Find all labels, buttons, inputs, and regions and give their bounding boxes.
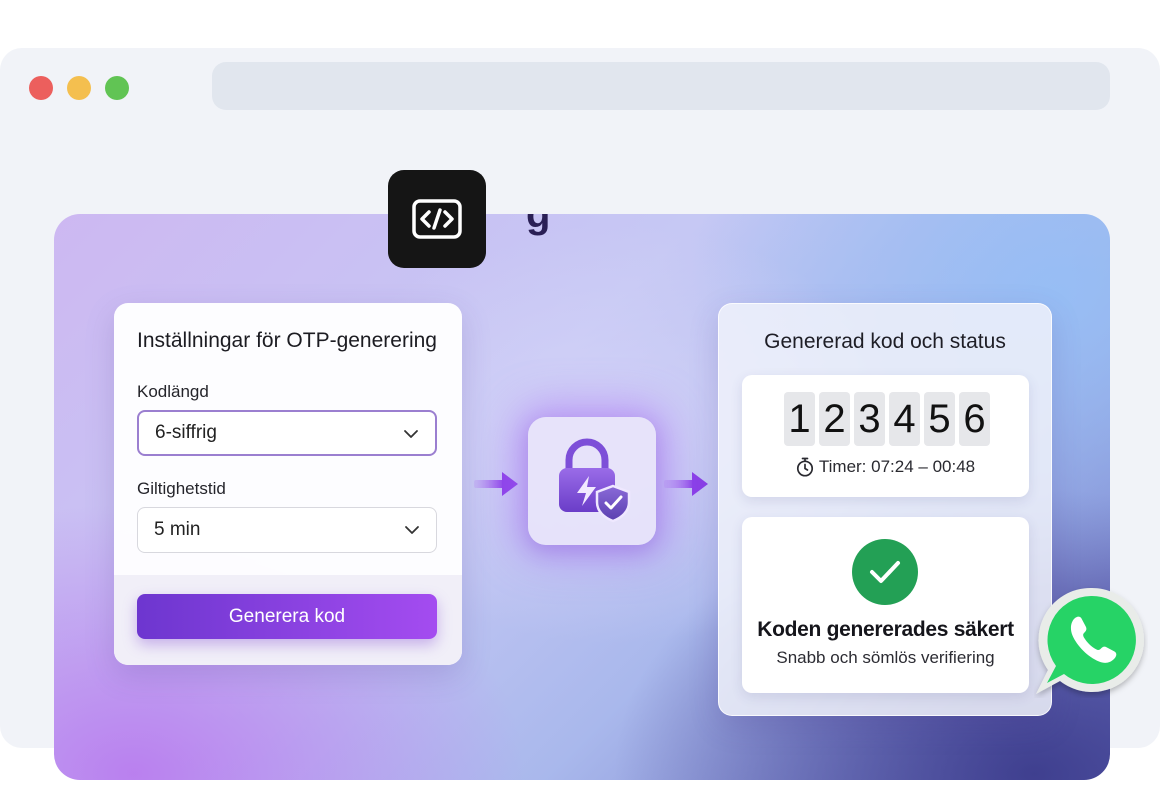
otp-digit: 2 [819,392,850,446]
status-subtitle: Snabb och sömlös verifiering [776,648,995,667]
otp-digit: 4 [889,392,920,446]
code-display-panel: 1 2 3 4 5 6 Timer: 07:24 – 00:48 [742,375,1029,497]
code-icon[interactable] [388,170,486,268]
code-length-select[interactable]: 6-siffrig [137,410,437,456]
status-title: Koden genererades säkert [757,618,1014,641]
validity-label: Giltighetstid [137,479,226,498]
otp-digit: 5 [924,392,955,446]
arrow-right-icon [474,472,518,496]
window-close-dot[interactable] [29,76,53,100]
chevron-down-icon [405,526,419,534]
arrow-right-icon [664,472,708,496]
stopwatch-icon [796,457,813,477]
generated-code-card: Genererad kod och status 1 2 3 4 5 6 Tim… [718,303,1052,716]
code-brackets-icon [412,199,462,239]
otp-settings-card: Inställningar för OTP-generering Kodläng… [114,303,462,665]
success-badge [852,539,918,605]
status-panel: Koden genererades säkert Snabb och sömlö… [742,517,1029,693]
validity-select[interactable]: 5 min [137,507,437,553]
window-minimize-dot[interactable] [67,76,91,100]
security-lock-box [528,417,656,545]
chevron-down-icon [404,430,418,438]
window-zoom-dot[interactable] [105,76,129,100]
result-title: Genererad kod och status [764,330,1006,353]
partial-heading-glyph: g [526,214,551,236]
otp-digits: 1 2 3 4 5 6 [784,392,990,446]
generate-code-button[interactable]: Generera kod [137,594,437,639]
timer-text: Timer: 07:24 – 00:48 [818,457,976,476]
code-length-label: Kodlängd [137,382,209,401]
whatsapp-icon[interactable] [1034,584,1148,698]
validity-value: 5 min [154,519,201,540]
otp-digit: 3 [854,392,885,446]
lock-bolt-shield-icon [559,438,631,523]
settings-title: Inställningar för OTP-generering [137,329,437,352]
address-bar[interactable] [212,62,1110,110]
code-length-value: 6-siffrig [155,422,217,443]
check-icon [870,561,900,583]
illustration-stage: g Inställningar för OTP-generering Kodlä… [54,214,1110,780]
otp-digit: 6 [959,392,990,446]
timer-row: Timer: 07:24 – 00:48 [742,457,1029,477]
otp-digit: 1 [784,392,815,446]
